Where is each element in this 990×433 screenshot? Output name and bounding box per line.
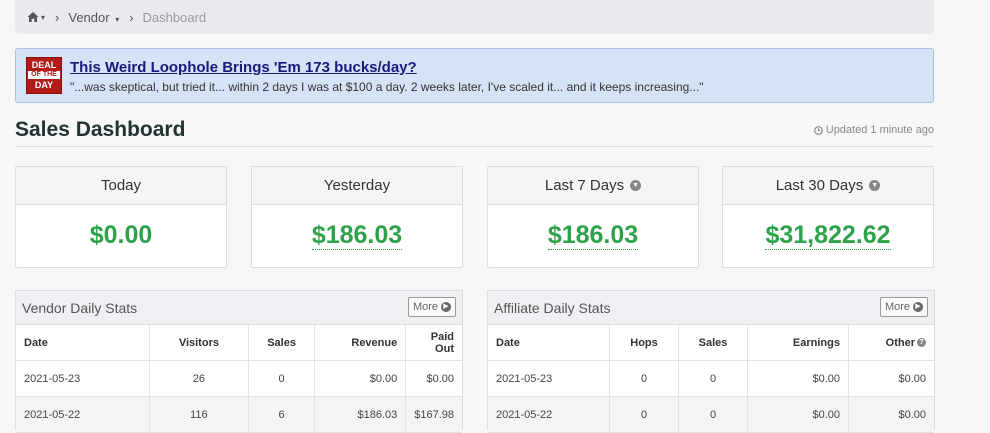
column-header: Date xyxy=(488,325,610,361)
card-header: Yesterday xyxy=(252,167,462,205)
column-header: Sales xyxy=(248,325,316,361)
breadcrumb-vendor: Vendor xyxy=(68,9,110,25)
table-cell: $0.00 xyxy=(314,360,407,397)
table-cell: 6 xyxy=(248,396,316,433)
ad-headline-link[interactable]: This Weird Loophole Brings 'Em 173 bucks… xyxy=(70,59,417,76)
table-cell: $186.03 xyxy=(314,396,407,433)
page-title: Sales Dashboard xyxy=(15,118,186,141)
title-divider xyxy=(15,146,934,147)
table-cell: $0.00 xyxy=(405,360,462,397)
table-row: 2021-05-23 0 0 $0.00 $0.00 xyxy=(488,360,934,397)
column-header: Hops xyxy=(609,325,679,361)
vendor-stats-table: Date Visitors Sales Revenue Paid Out 202… xyxy=(16,325,462,433)
home-icon xyxy=(27,12,39,22)
panel-header: Vendor Daily Stats More ▶ xyxy=(16,291,462,325)
more-label: More xyxy=(884,301,910,313)
column-header-other: Other? xyxy=(848,325,934,361)
card-value[interactable]: $186.03 xyxy=(252,221,462,250)
panel-title: Affiliate Daily Stats xyxy=(494,300,611,316)
table-row: 2021-05-22 0 0 $0.00 $0.00 xyxy=(488,396,934,433)
table-cell: $0.00 xyxy=(848,396,934,433)
table-header-row: Date Visitors Sales Revenue Paid Out xyxy=(16,325,462,361)
affiliate-stats-table: Date Hops Sales Earnings Other? 2021-05-… xyxy=(488,325,934,433)
panel-title: Vendor Daily Stats xyxy=(22,300,138,316)
card-header: Today xyxy=(16,167,226,205)
chevron-circle-right-icon: ▶ xyxy=(441,302,451,312)
ad-banner[interactable]: DEAL OF THE DAY This Weird Loophole Brin… xyxy=(15,48,934,103)
chevron-circle-down-icon[interactable]: ▼ xyxy=(869,180,881,191)
more-label: More xyxy=(412,301,438,313)
home-menu[interactable]: ▾ xyxy=(27,11,45,23)
updated-text: Updated 1 minute ago xyxy=(825,124,934,136)
table-cell: 0 xyxy=(609,360,679,397)
card-last-7-days: Last 7 Days ▼ $186.03 xyxy=(487,166,699,268)
card-value-text: $186.03 xyxy=(311,221,403,250)
table-cell: $0.00 xyxy=(747,360,849,397)
card-last-30-days: Last 30 Days ▼ $31,822.62 xyxy=(722,166,934,268)
home-caret-icon: ▾ xyxy=(41,12,46,22)
affiliate-daily-stats-panel: Affiliate Daily Stats More ▶ Date Hops S… xyxy=(487,290,935,433)
updated-status: Updated 1 minute ago xyxy=(813,124,934,136)
column-header: Earnings xyxy=(747,325,849,361)
column-header: Visitors xyxy=(149,325,249,361)
card-label: Today xyxy=(100,177,142,194)
card-value-text: $0.00 xyxy=(89,221,153,249)
vendor-menu[interactable]: Vendor ▾ xyxy=(68,10,119,25)
table-cell: 2021-05-23 xyxy=(16,360,151,397)
logo-mid-text: OF THE xyxy=(28,71,60,79)
logo-top-text: DEAL xyxy=(31,60,57,70)
vendor-daily-stats-panel: Vendor Daily Stats More ▶ Date Visitors … xyxy=(15,290,463,433)
affiliate-more-button[interactable]: More ▶ xyxy=(879,297,928,317)
deal-of-the-day-logo: DEAL OF THE DAY xyxy=(26,57,62,94)
breadcrumb: ▾ › Vendor ▾ › Dashboard xyxy=(15,0,934,34)
column-header-label: Other xyxy=(885,336,915,349)
column-header: Revenue xyxy=(314,325,407,361)
table-cell: $167.98 xyxy=(405,396,462,433)
breadcrumb-separator-icon: › xyxy=(55,9,60,25)
card-value: $0.00 xyxy=(16,221,226,250)
table-cell: 2021-05-22 xyxy=(16,396,151,433)
card-header[interactable]: Last 30 Days ▼ xyxy=(723,167,933,205)
card-value[interactable]: $186.03 xyxy=(488,221,698,250)
table-cell: 26 xyxy=(149,360,249,397)
column-header: Date xyxy=(16,325,151,361)
card-label: Last 30 Days xyxy=(775,177,864,194)
table-cell: 2021-05-23 xyxy=(488,360,610,397)
card-label: Yesterday xyxy=(323,177,391,194)
column-header: Sales xyxy=(678,325,748,361)
card-yesterday: Yesterday $186.03 xyxy=(251,166,463,268)
card-header[interactable]: Last 7 Days ▼ xyxy=(488,167,698,205)
table-cell: $0.00 xyxy=(747,396,849,433)
chevron-circle-right-icon: ▶ xyxy=(913,302,923,312)
clock-icon xyxy=(813,125,823,135)
breadcrumb-current: Dashboard xyxy=(142,9,207,25)
card-label: Last 7 Days xyxy=(544,177,625,194)
table-row: 2021-05-22 116 6 $186.03 $167.98 xyxy=(16,396,462,433)
table-cell: 0 xyxy=(678,360,748,397)
vendor-caret-icon: ▾ xyxy=(115,14,120,24)
card-today: Today $0.00 xyxy=(15,166,227,268)
ad-quote: "...was skeptical, but tried it... withi… xyxy=(70,80,704,94)
table-cell: 0 xyxy=(609,396,679,433)
table-cell: 2021-05-22 xyxy=(488,396,610,433)
logo-bottom-text: DAY xyxy=(34,80,54,90)
table-cell: $0.00 xyxy=(848,360,934,397)
card-value[interactable]: $31,822.62 xyxy=(723,221,933,250)
table-header-row: Date Hops Sales Earnings Other? xyxy=(488,325,934,361)
table-cell: 0 xyxy=(678,396,748,433)
card-value-text: $186.03 xyxy=(547,221,639,250)
table-cell: 116 xyxy=(149,396,249,433)
card-value-text: $31,822.62 xyxy=(765,221,891,250)
table-cell: 0 xyxy=(248,360,316,397)
table-row: 2021-05-23 26 0 $0.00 $0.00 xyxy=(16,360,462,397)
question-circle-icon[interactable]: ? xyxy=(917,338,926,348)
chevron-circle-down-icon[interactable]: ▼ xyxy=(630,180,642,191)
panel-header: Affiliate Daily Stats More ▶ xyxy=(488,291,934,325)
vendor-more-button[interactable]: More ▶ xyxy=(407,297,456,317)
breadcrumb-separator-icon: › xyxy=(129,9,134,25)
column-header: Paid Out xyxy=(405,325,462,361)
